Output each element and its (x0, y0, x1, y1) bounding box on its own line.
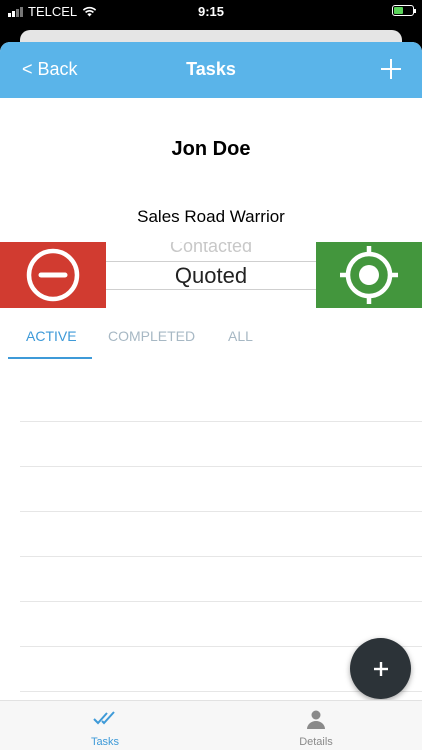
tabbar-item-details[interactable]: Details (246, 701, 386, 750)
minus-circle-icon (26, 248, 80, 302)
tab-completed[interactable]: COMPLETED (108, 328, 195, 344)
tab-all[interactable]: ALL (228, 328, 253, 344)
add-task-button[interactable] (350, 638, 411, 699)
task-filter-tabs: ACTIVE COMPLETED ALL (8, 320, 422, 360)
status-bar: TELCEL 9:15 (0, 0, 422, 24)
contact-name: Jon Doe (171, 138, 251, 160)
page-title: Tasks (186, 59, 236, 79)
locate-button[interactable] (316, 242, 422, 308)
tasks-sheet: < Back Tasks Jon Doe Sales Road Warrior … (0, 42, 422, 750)
double-check-icon (93, 711, 115, 725)
plus-icon (373, 661, 388, 676)
navigation-bar: < Back Tasks (0, 42, 422, 98)
bottom-tab-bar: Tasks Details (0, 700, 422, 750)
list-separator (20, 601, 422, 602)
remove-button[interactable] (0, 242, 106, 308)
stage-picker[interactable]: Contacted Quoted (106, 242, 316, 308)
picker-selected-option[interactable]: Quoted (106, 263, 316, 289)
tab-active[interactable]: ACTIVE (26, 328, 77, 344)
active-tab-indicator (8, 357, 92, 359)
picker-divider (106, 289, 316, 290)
tabbar-label-details: Details (299, 736, 333, 748)
picker-previous-option[interactable]: Contacted (106, 242, 316, 257)
battery-icon (392, 5, 416, 16)
person-icon (307, 710, 325, 729)
tabbar-label-tasks: Tasks (90, 736, 120, 748)
list-separator (20, 556, 422, 557)
list-separator (20, 511, 422, 512)
contact-role: Sales Road Warrior (137, 207, 285, 226)
list-separator (20, 421, 422, 422)
tabbar-item-tasks[interactable]: Tasks (35, 701, 175, 750)
add-icon[interactable] (376, 54, 406, 84)
list-separator (20, 466, 422, 467)
crosshair-icon (340, 246, 398, 304)
clock: 9:15 (197, 4, 225, 19)
picker-divider (106, 261, 316, 262)
